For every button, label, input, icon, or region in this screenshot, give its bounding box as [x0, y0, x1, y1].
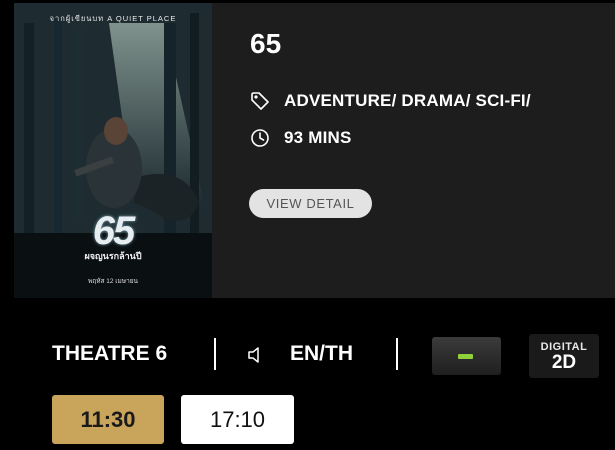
audio-language: EN/TH	[290, 342, 353, 365]
poster-title: 65	[92, 209, 136, 253]
session-info-row: THEATRE 6 EN/TH DIGITAL 2D	[0, 330, 615, 378]
duration-row: 93 MINS	[250, 128, 352, 148]
clock-icon	[250, 128, 270, 148]
showtime-button[interactable]: 17:10	[181, 395, 294, 444]
genre-text: ADVENTURE/ DRAMA/ SCI-FI/	[284, 91, 531, 110]
view-detail-button[interactable]: VIEW DETAIL	[249, 189, 372, 218]
speaker-icon	[246, 345, 266, 365]
divider	[396, 338, 398, 370]
poster-release-date: พฤหัส 12 เมษายน	[87, 278, 138, 285]
duration-text: 93 MINS	[284, 128, 352, 147]
poster-thai-title: ผจญนรกล้านปี	[84, 251, 142, 261]
genre-row: ADVENTURE/ DRAMA/ SCI-FI/	[250, 91, 531, 111]
theatre-label: THEATRE 6	[52, 342, 168, 365]
poster-tagline: จากผู้เขียนบท A QUIET PLACE	[49, 14, 177, 23]
tag-icon	[250, 91, 270, 111]
2d-label: 2D	[551, 352, 577, 373]
format-badge	[432, 337, 501, 375]
movie-title: 65	[250, 28, 282, 59]
showtime-button-selected[interactable]: 11:30	[52, 395, 164, 444]
movie-card: จากผู้เขียนบท A QUIET PLACE 65 ผจญนรกล้า…	[0, 0, 615, 298]
format-indicator-bar	[458, 354, 473, 359]
movie-poster[interactable]: จากผู้เขียนบท A QUIET PLACE 65 ผจญนรกล้า…	[14, 3, 212, 298]
divider	[214, 338, 216, 370]
digital-2d-badge: DIGITAL 2D	[529, 334, 599, 378]
